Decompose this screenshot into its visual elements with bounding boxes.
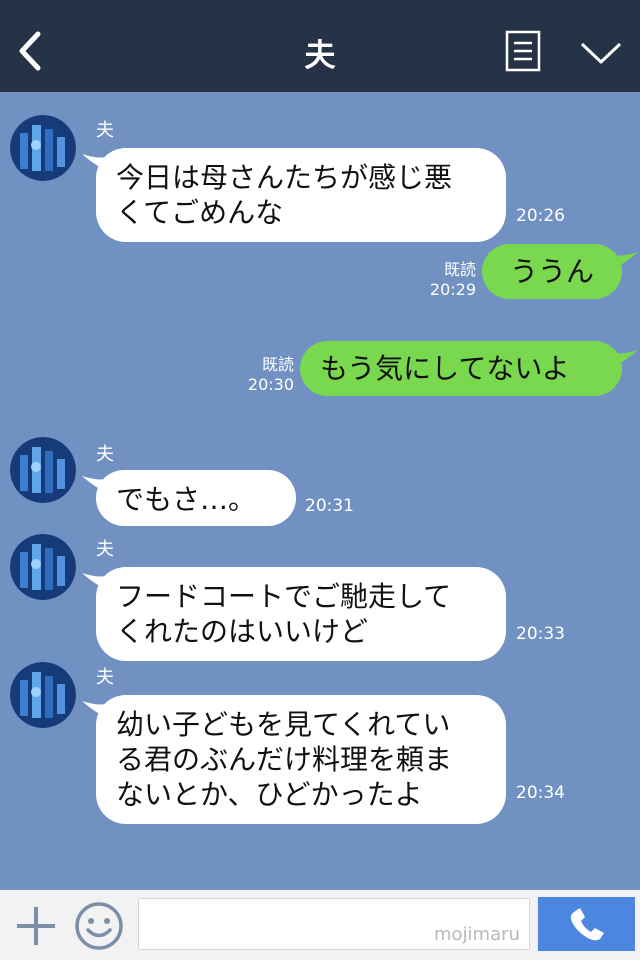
chat-title: 夫: [304, 38, 336, 74]
message-bubble[interactable]: ううん: [482, 244, 622, 299]
plus-button[interactable]: [14, 904, 58, 948]
message-line: でもさ…。: [116, 483, 257, 516]
read-label: 既読: [261, 355, 294, 374]
message-line: ううん: [509, 255, 594, 288]
message-line: もう気にしてないよ: [320, 352, 570, 385]
message-time: 20:34: [516, 783, 565, 803]
message-line: 今日は母さんたちが感じ悪: [116, 161, 453, 194]
message-bubble[interactable]: でもさ…。: [96, 470, 296, 526]
emoji-button[interactable]: [74, 901, 124, 951]
message-line: る君のぶんだけ料理を頼ま: [116, 743, 453, 776]
message-line: 幼い子どもを見てくれてい: [116, 708, 451, 741]
message-bubble[interactable]: 幼い子どもを見てくれてい る君のぶんだけ料理を頼ま ないとか、ひどかったよ: [96, 695, 506, 824]
sender-name: 夫: [96, 667, 114, 688]
message-time: 20:33: [516, 624, 565, 644]
read-receipt: 既読 20:30: [234, 355, 294, 395]
chevron-down-icon: [580, 42, 622, 64]
document-icon: [505, 30, 541, 72]
message-line: フードコートでご馳走して: [116, 580, 452, 613]
read-receipt: 既読 20:29: [416, 260, 476, 300]
watermark: mojimaru: [434, 924, 520, 945]
read-label: 既読: [443, 260, 476, 279]
plus-icon: [17, 907, 55, 945]
phone-icon: [570, 908, 604, 941]
avatar[interactable]: [10, 437, 76, 503]
message-line: ないとか、ひどかったよ: [116, 778, 423, 811]
call-button[interactable]: [538, 897, 635, 951]
message-bubble[interactable]: 今日は母さんたちが感じ悪 くてごめんな: [96, 148, 506, 242]
message-time: 20:26: [516, 206, 565, 226]
menu-button[interactable]: [505, 30, 541, 72]
avatar[interactable]: [10, 534, 76, 600]
message-bubble[interactable]: もう気にしてないよ: [300, 341, 622, 396]
avatar[interactable]: [10, 662, 76, 728]
message-bubble[interactable]: フードコートでご馳走して くれたのはいいけど: [96, 567, 506, 661]
message-time: 20:31: [305, 496, 354, 516]
sender-name: 夫: [96, 539, 114, 560]
message-line: くれたのはいいけど: [116, 615, 369, 648]
avatar[interactable]: [10, 115, 76, 181]
smiley-icon: [75, 902, 123, 950]
message-time: 20:30: [247, 375, 294, 394]
collapse-button[interactable]: [579, 38, 623, 68]
sender-name: 夫: [96, 444, 114, 465]
message-time: 20:29: [429, 280, 476, 299]
message-line: くてごめんな: [116, 196, 284, 229]
sender-name: 夫: [96, 120, 114, 141]
